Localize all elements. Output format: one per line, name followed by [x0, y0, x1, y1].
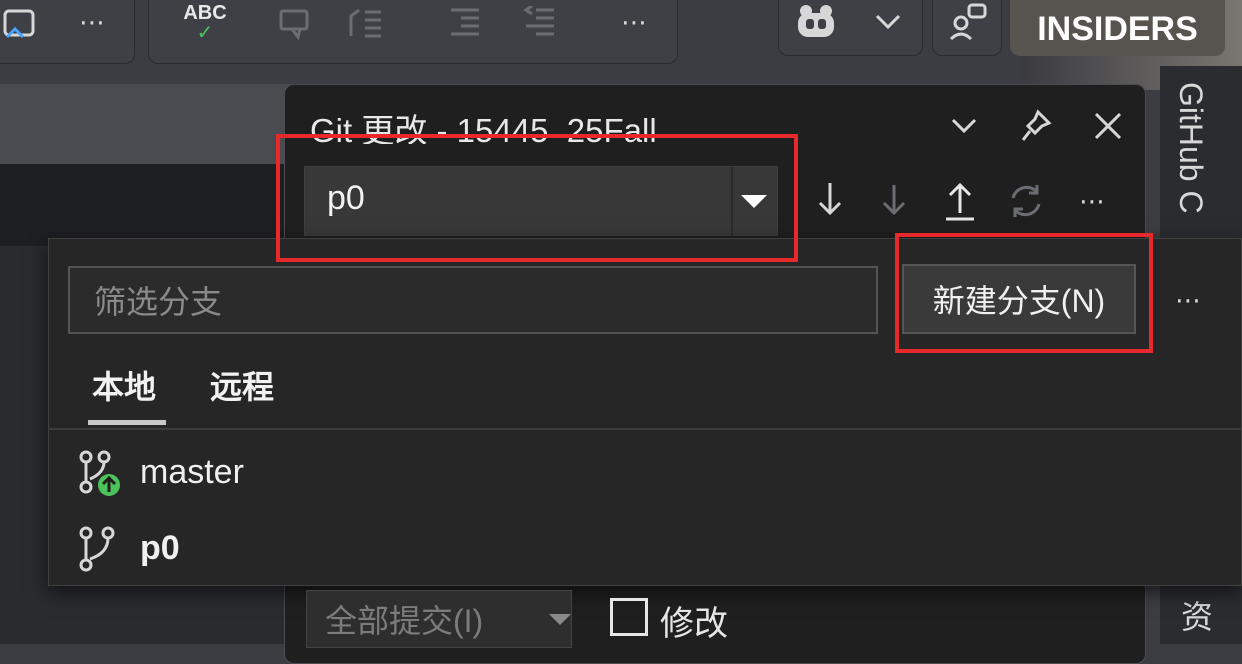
filter-branches-input[interactable]: 筛选分支: [68, 266, 878, 334]
insiders-badge[interactable]: INSIDERS: [1010, 0, 1225, 56]
commit-all-button[interactable]: 全部提交(I): [306, 590, 572, 648]
indent-icon[interactable]: [440, 2, 490, 44]
resource-tab[interactable]: 资: [1172, 600, 1218, 644]
check-icon: ✓: [196, 22, 214, 44]
list-item-master[interactable]: master: [76, 444, 1176, 500]
dropdown-arrow-icon[interactable]: [741, 195, 767, 208]
new-branch-button[interactable]: 新建分支(N): [902, 264, 1136, 334]
dropdown-more-button[interactable]: ⋯: [1166, 278, 1210, 322]
tab-local[interactable]: 本地: [92, 362, 156, 408]
spell-check-button[interactable]: ABC ✓: [175, 0, 235, 44]
edit-overflow-button[interactable]: ⋯: [610, 0, 658, 44]
branch-name: master: [140, 452, 244, 491]
insiders-label: INSIDERS: [1037, 9, 1198, 48]
current-branch-label: p0: [327, 179, 365, 217]
toolbar-overflow-button[interactable]: ⋯: [68, 0, 116, 44]
list-item-p0[interactable]: p0: [76, 520, 1176, 576]
branch-selector[interactable]: p0: [304, 166, 778, 237]
pin-icon[interactable]: [1014, 104, 1058, 148]
feedback-icon[interactable]: [942, 0, 992, 44]
commit-all-label: 全部提交(I): [325, 603, 484, 639]
pull-icon[interactable]: [872, 178, 916, 224]
tab-remote[interactable]: 远程: [210, 362, 274, 408]
github-copilot-tab[interactable]: GitHub C: [1172, 82, 1209, 242]
tab-divider: [48, 428, 1242, 430]
chevron-down-icon[interactable]: [868, 2, 908, 42]
git-panel-title: Git 更改 - 15445_25Fall: [310, 112, 657, 144]
reference-icon[interactable]: [340, 2, 390, 44]
tab-local-indicator: [88, 420, 166, 425]
branch-icon: [76, 525, 128, 572]
fetch-icon[interactable]: [808, 178, 852, 224]
git-more-button[interactable]: ⋯: [1070, 178, 1114, 224]
amend-label: 修改: [660, 605, 728, 643]
amend-checkbox[interactable]: [610, 598, 648, 636]
close-icon[interactable]: [1086, 104, 1130, 148]
branch-dropdown-divider: [731, 167, 733, 237]
comment-icon[interactable]: [270, 2, 320, 44]
push-icon[interactable]: [938, 176, 982, 224]
branch-push-icon: [76, 449, 128, 496]
home-icon[interactable]: [0, 4, 40, 44]
panel-collapse-icon[interactable]: [942, 104, 986, 148]
branch-name-current: p0: [140, 528, 180, 567]
outdent-icon[interactable]: [515, 2, 565, 44]
commit-dropdown-arrow-icon[interactable]: [549, 613, 571, 625]
sync-icon[interactable]: [1004, 178, 1048, 224]
copilot-icon[interactable]: [788, 0, 844, 44]
